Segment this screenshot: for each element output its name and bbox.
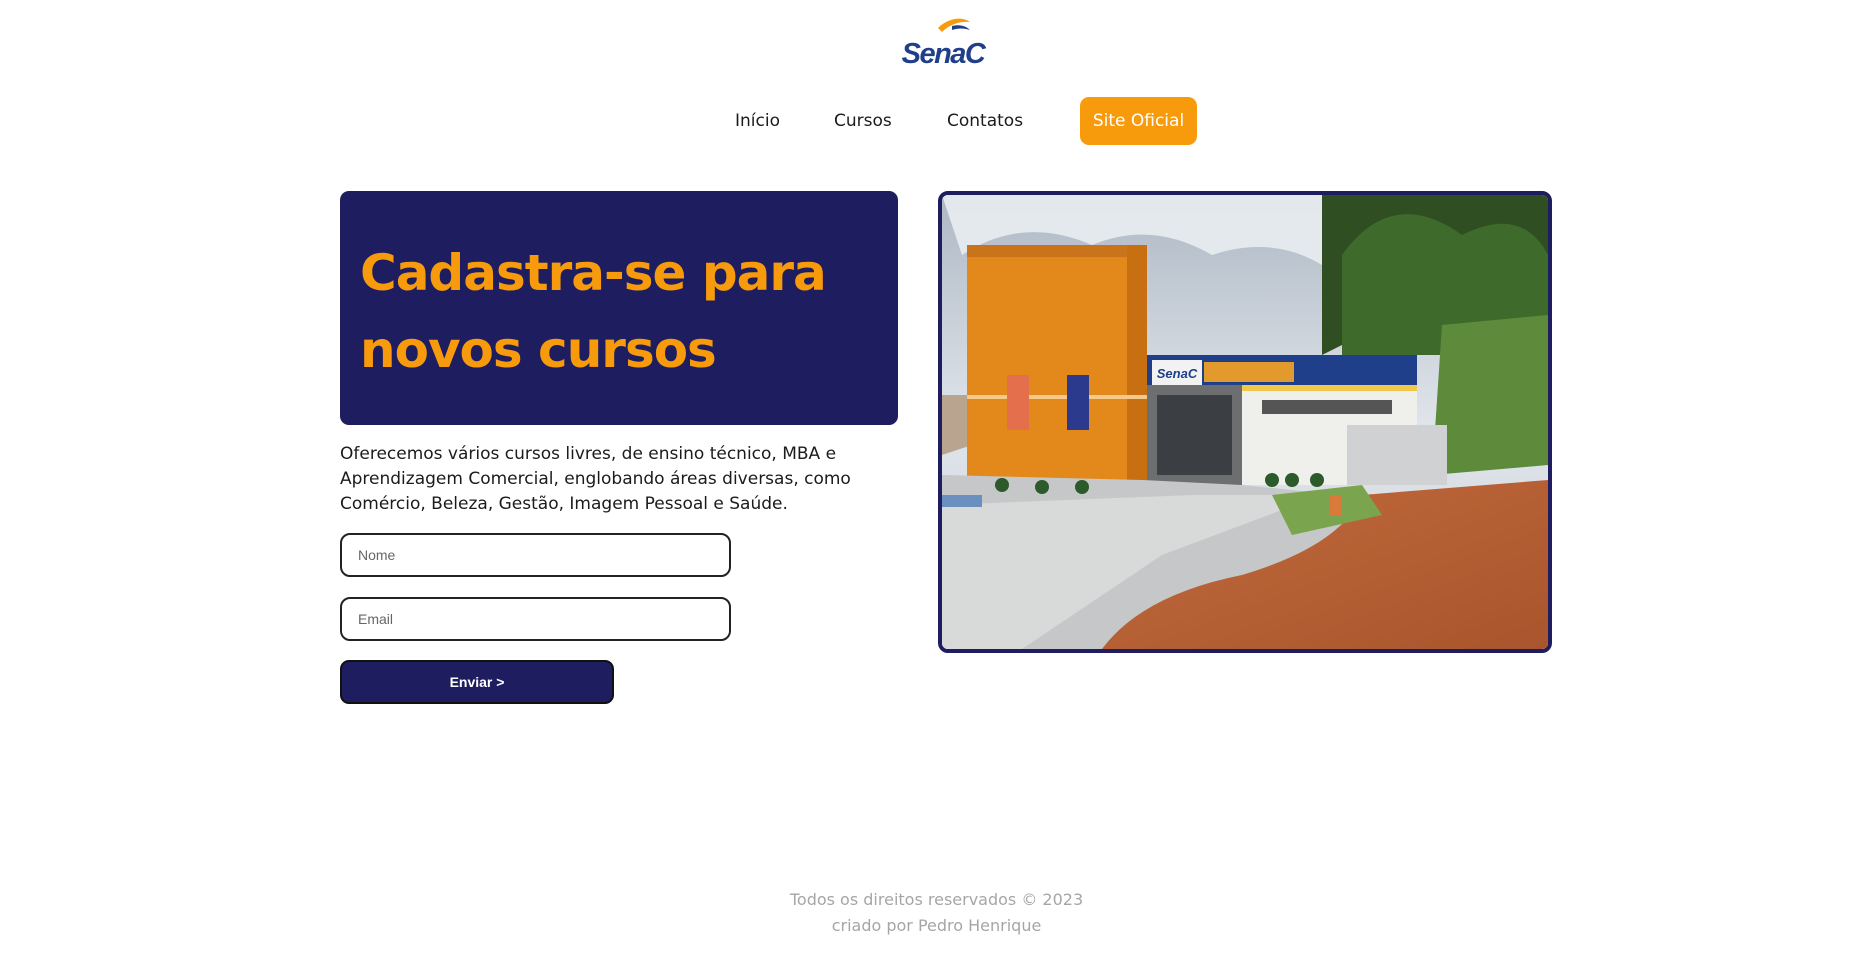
intro-line1: Oferecemos vários cursos livres, de ensi… (340, 444, 837, 464)
hero-title: Cadastra-se para novos cursos (360, 235, 878, 389)
hero-title-line1: Cadastra-se para (360, 244, 827, 302)
intro-line2: Aprendizagem Comercial, englobando áreas… (340, 469, 851, 489)
campus-photo: SenaC (938, 191, 1552, 653)
intro-text: Oferecemos vários cursos livres, de ensi… (340, 442, 900, 517)
nav-inicio[interactable]: Início (735, 111, 780, 131)
nav-contatos[interactable]: Contatos (947, 111, 1023, 131)
submit-button[interactable]: Enviar > (340, 660, 614, 704)
photo-sign-text: SenaC (1157, 366, 1198, 381)
name-input[interactable] (340, 533, 731, 577)
logo-wordmark: SenaC (901, 38, 986, 70)
footer-credit: criado por Pedro Henrique (831, 916, 1042, 935)
email-input[interactable] (340, 597, 731, 641)
campus-building-image: SenaC (942, 195, 1548, 649)
intro-line3: Comércio, Beleza, Gestão, Imagem Pessoal… (340, 494, 788, 514)
footer-copyright: Todos os direitos reservados © 2023 (789, 890, 1084, 909)
hero-banner: Cadastra-se para novos cursos (340, 191, 898, 425)
site-oficial-button[interactable]: Site Oficial (1080, 97, 1197, 145)
main-nav: Início Cursos Contatos Site Oficial (0, 97, 1873, 145)
nav-cursos[interactable]: Cursos (834, 111, 892, 131)
senac-logo[interactable]: SenaC (900, 16, 986, 70)
hero-title-line2: novos cursos (360, 321, 717, 379)
site-footer: Todos os direitos reservados © 2023 cria… (0, 887, 1873, 939)
